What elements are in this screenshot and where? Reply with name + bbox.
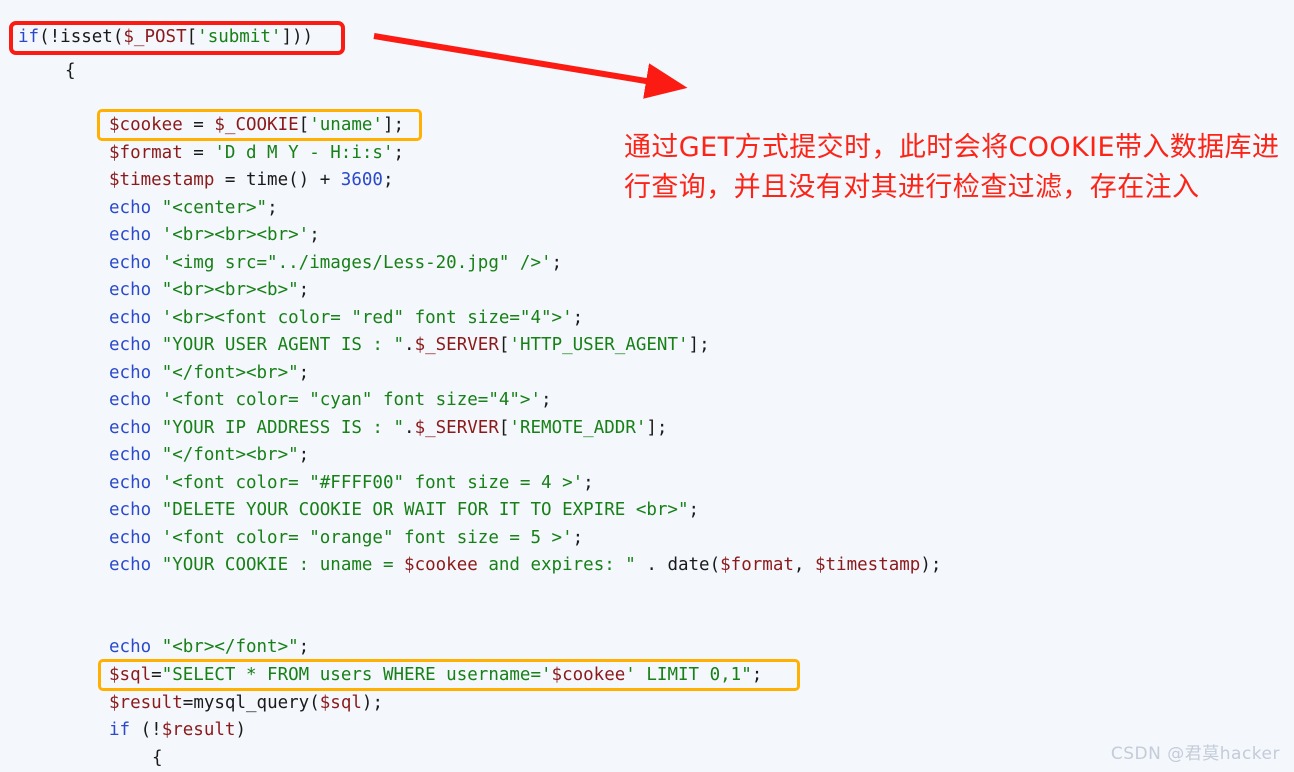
code-line: echo "<br><br><b>";	[109, 280, 310, 300]
code-line: echo '<font color= "cyan" font size="4">…	[109, 390, 552, 410]
code-line: {	[152, 748, 163, 768]
code-line: echo "</font><br>";	[109, 445, 310, 465]
code-line: echo "<br></font>";	[109, 637, 310, 657]
code-line: $result=mysql_query($sql);	[109, 693, 383, 713]
code-line: echo '<br><font color= "red" font size="…	[109, 308, 584, 328]
screenshot-root: if(!isset($_POST['submit'])) { $cookee =…	[0, 0, 1294, 772]
code-line: if(!isset($_POST['submit']))	[18, 27, 314, 47]
code-line: echo '<br><br><br>';	[109, 225, 320, 245]
code-line: $sql="SELECT * FROM users WHERE username…	[109, 665, 763, 685]
code-line: if (!$result)	[109, 720, 246, 740]
php-code-block: if(!isset($_POST['submit'])) { $cookee =…	[0, 0, 1294, 772]
chinese-annotation-text: 通过GET方式提交时，此时会将COOKIE带入数据库进行查询，并且没有对其进行检…	[624, 132, 1280, 203]
code-line: echo "DELETE YOUR COOKIE OR WAIT FOR IT …	[109, 500, 700, 520]
code-line: echo "</font><br>";	[109, 363, 310, 383]
code-line: echo '<font color= "orange" font size = …	[109, 528, 584, 548]
code-line: $cookee = $_COOKIE['uname'];	[109, 115, 405, 135]
annotation-arrow	[373, 33, 688, 99]
code-line: echo '<img src="../images/Less-20.jpg" /…	[109, 253, 563, 273]
code-line: echo "YOUR IP ADDRESS IS : ".$_SERVER['R…	[109, 418, 668, 438]
code-line: echo "<center>";	[109, 198, 278, 218]
code-line: $timestamp = time() + 3600;	[109, 170, 394, 190]
csdn-watermark: CSDN @君莫hacker	[1110, 744, 1280, 764]
code-line: echo "YOUR USER AGENT IS : ".$_SERVER['H…	[109, 335, 710, 355]
code-line: $format = 'D d M Y - H:i:s';	[109, 143, 405, 163]
code-line: echo "YOUR COOKIE : uname = $cookee and …	[109, 555, 942, 575]
code-line: echo '<font color= "#FFFF00" font size =…	[109, 473, 594, 493]
code-line: {	[65, 61, 76, 81]
